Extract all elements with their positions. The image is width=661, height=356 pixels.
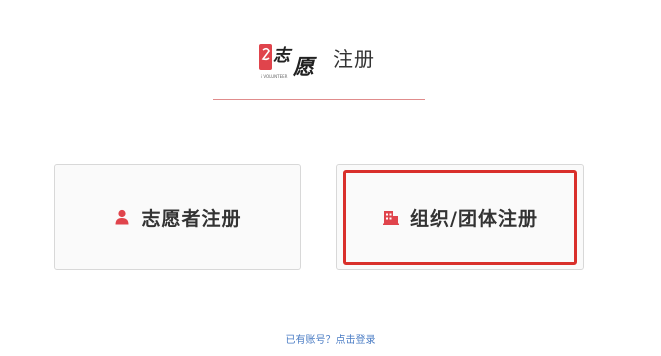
building-icon [383, 211, 400, 225]
user-icon [115, 209, 129, 225]
svg-text:志: 志 [273, 46, 293, 66]
organization-register-label: 组织/团体注册 [410, 207, 538, 230]
page-header: 志 愿 i VOLUNTEER 注册 [0, 30, 661, 86]
registration-page: 志 愿 i VOLUNTEER 注册 志愿者注册 组织/团体注册 已有账号？点击… [0, 0, 661, 356]
volunteer-logo: 志 愿 i VOLUNTEER [259, 44, 317, 79]
login-link[interactable]: 已有账号？点击登录 [0, 331, 661, 346]
volunteer-register-label: 志愿者注册 [141, 207, 242, 230]
svg-text:i VOLUNTEER: i VOLUNTEER [261, 74, 288, 79]
header-divider [213, 99, 425, 100]
svg-text:愿: 愿 [292, 54, 317, 79]
organization-register-card[interactable]: 组织/团体注册 [336, 164, 584, 270]
page-title: 注册 [333, 47, 375, 71]
volunteer-register-card[interactable]: 志愿者注册 [54, 164, 301, 270]
